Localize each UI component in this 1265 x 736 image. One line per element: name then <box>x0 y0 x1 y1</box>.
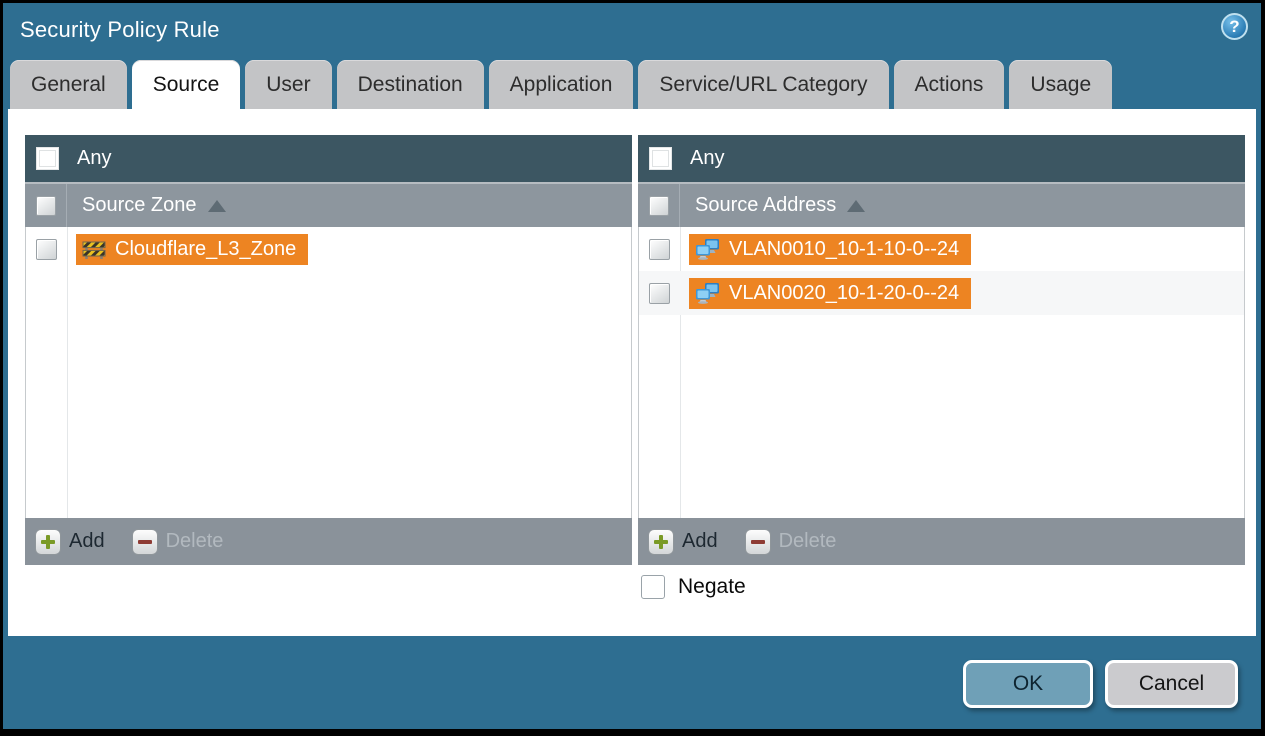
minus-icon <box>131 528 158 555</box>
tab-bar: General Source User Destination Applicat… <box>10 60 1261 109</box>
address-name: VLAN0020_10-1-20-0--24 <box>729 281 960 304</box>
select-all-cell <box>25 184 67 227</box>
add-button[interactable]: Add <box>648 528 718 555</box>
dialog-title: Security Policy Rule <box>20 17 220 42</box>
source-zone-footer: Add Delete <box>25 518 632 565</box>
row-checkbox[interactable] <box>36 238 57 260</box>
minus-icon <box>744 528 771 555</box>
tab-user[interactable]: User <box>245 60 332 109</box>
source-zone-any-label: Any <box>77 147 112 169</box>
add-label: Add <box>682 530 718 552</box>
source-address-panel: Any Source Address VLAN0010_10-1-10-0--2… <box>638 135 1245 565</box>
plus-icon <box>35 528 61 555</box>
source-zone-any-header: Any <box>25 135 632 182</box>
negate-checkbox[interactable] <box>641 575 665 599</box>
delete-label: Delete <box>165 530 224 552</box>
tab-usage[interactable]: Usage <box>1009 60 1113 109</box>
cancel-button[interactable]: Cancel <box>1105 660 1238 708</box>
row-checkbox[interactable] <box>649 238 670 260</box>
source-zone-panel: Any Source Zone Cloudflare_L3_Zone Add D… <box>25 135 632 565</box>
negate-control: Negate <box>641 575 746 599</box>
source-address-column-header: Source Address <box>638 182 1245 227</box>
address-chip[interactable]: VLAN0010_10-1-10-0--24 <box>689 233 972 265</box>
tab-general[interactable]: General <box>10 60 127 109</box>
source-address-footer: Add Delete <box>638 518 1245 565</box>
tab-source[interactable]: Source <box>131 60 241 109</box>
tab-service-url-category[interactable]: Service/URL Category <box>638 60 889 109</box>
sort-ascending-icon[interactable] <box>847 199 866 212</box>
source-zone-any-checkbox[interactable] <box>36 147 59 170</box>
address-name: VLAN0010_10-1-10-0--24 <box>729 237 960 260</box>
tab-destination[interactable]: Destination <box>336 60 484 109</box>
select-all-cell <box>638 184 680 227</box>
delete-button[interactable]: Delete <box>744 528 837 555</box>
source-address-any-label: Any <box>690 147 725 169</box>
add-button[interactable]: Add <box>35 528 105 555</box>
dialog-titlebar: Security Policy Rule ? <box>3 3 1261 59</box>
zone-name: Cloudflare_L3_Zone <box>115 237 297 260</box>
table-row: VLAN0020_10-1-20-0--24 <box>639 271 1244 315</box>
screenshot-root: { "window": { "title": "Security Policy … <box>0 0 1265 736</box>
table-row: Cloudflare_L3_Zone <box>26 227 631 271</box>
negate-label: Negate <box>678 575 746 598</box>
plus-icon <box>648 528 674 555</box>
sort-ascending-icon[interactable] <box>207 199 226 212</box>
source-address-any-header: Any <box>638 135 1245 182</box>
source-zone-select-all-checkbox[interactable] <box>35 195 56 216</box>
source-zone-column-header: Source Zone <box>25 182 632 227</box>
source-address-any-checkbox[interactable] <box>649 147 672 170</box>
table-row: VLAN0010_10-1-10-0--24 <box>639 227 1244 271</box>
address-icon <box>696 283 719 304</box>
row-checkbox[interactable] <box>649 282 670 304</box>
tab-actions[interactable]: Actions <box>893 60 1005 109</box>
zone-icon <box>82 241 106 259</box>
help-icon[interactable]: ? <box>1221 13 1248 40</box>
address-icon <box>696 239 719 260</box>
source-address-list: VLAN0010_10-1-10-0--24 VLAN0020_10-1-20-… <box>638 227 1245 518</box>
ok-button[interactable]: OK <box>963 660 1093 708</box>
add-label: Add <box>69 530 105 552</box>
source-tab-content: Any Source Zone Cloudflare_L3_Zone Add D… <box>8 109 1256 636</box>
source-zone-column-label[interactable]: Source Zone <box>82 194 197 217</box>
source-zone-list: Cloudflare_L3_Zone <box>25 227 632 518</box>
address-chip[interactable]: VLAN0020_10-1-20-0--24 <box>689 277 972 309</box>
delete-button[interactable]: Delete <box>131 528 224 555</box>
security-policy-rule-dialog: Security Policy Rule ? General Source Us… <box>3 3 1261 729</box>
source-address-column-label[interactable]: Source Address <box>695 194 836 217</box>
delete-label: Delete <box>778 530 837 552</box>
tab-application[interactable]: Application <box>488 60 634 109</box>
zone-chip[interactable]: Cloudflare_L3_Zone <box>76 233 309 265</box>
source-address-select-all-checkbox[interactable] <box>648 195 669 216</box>
